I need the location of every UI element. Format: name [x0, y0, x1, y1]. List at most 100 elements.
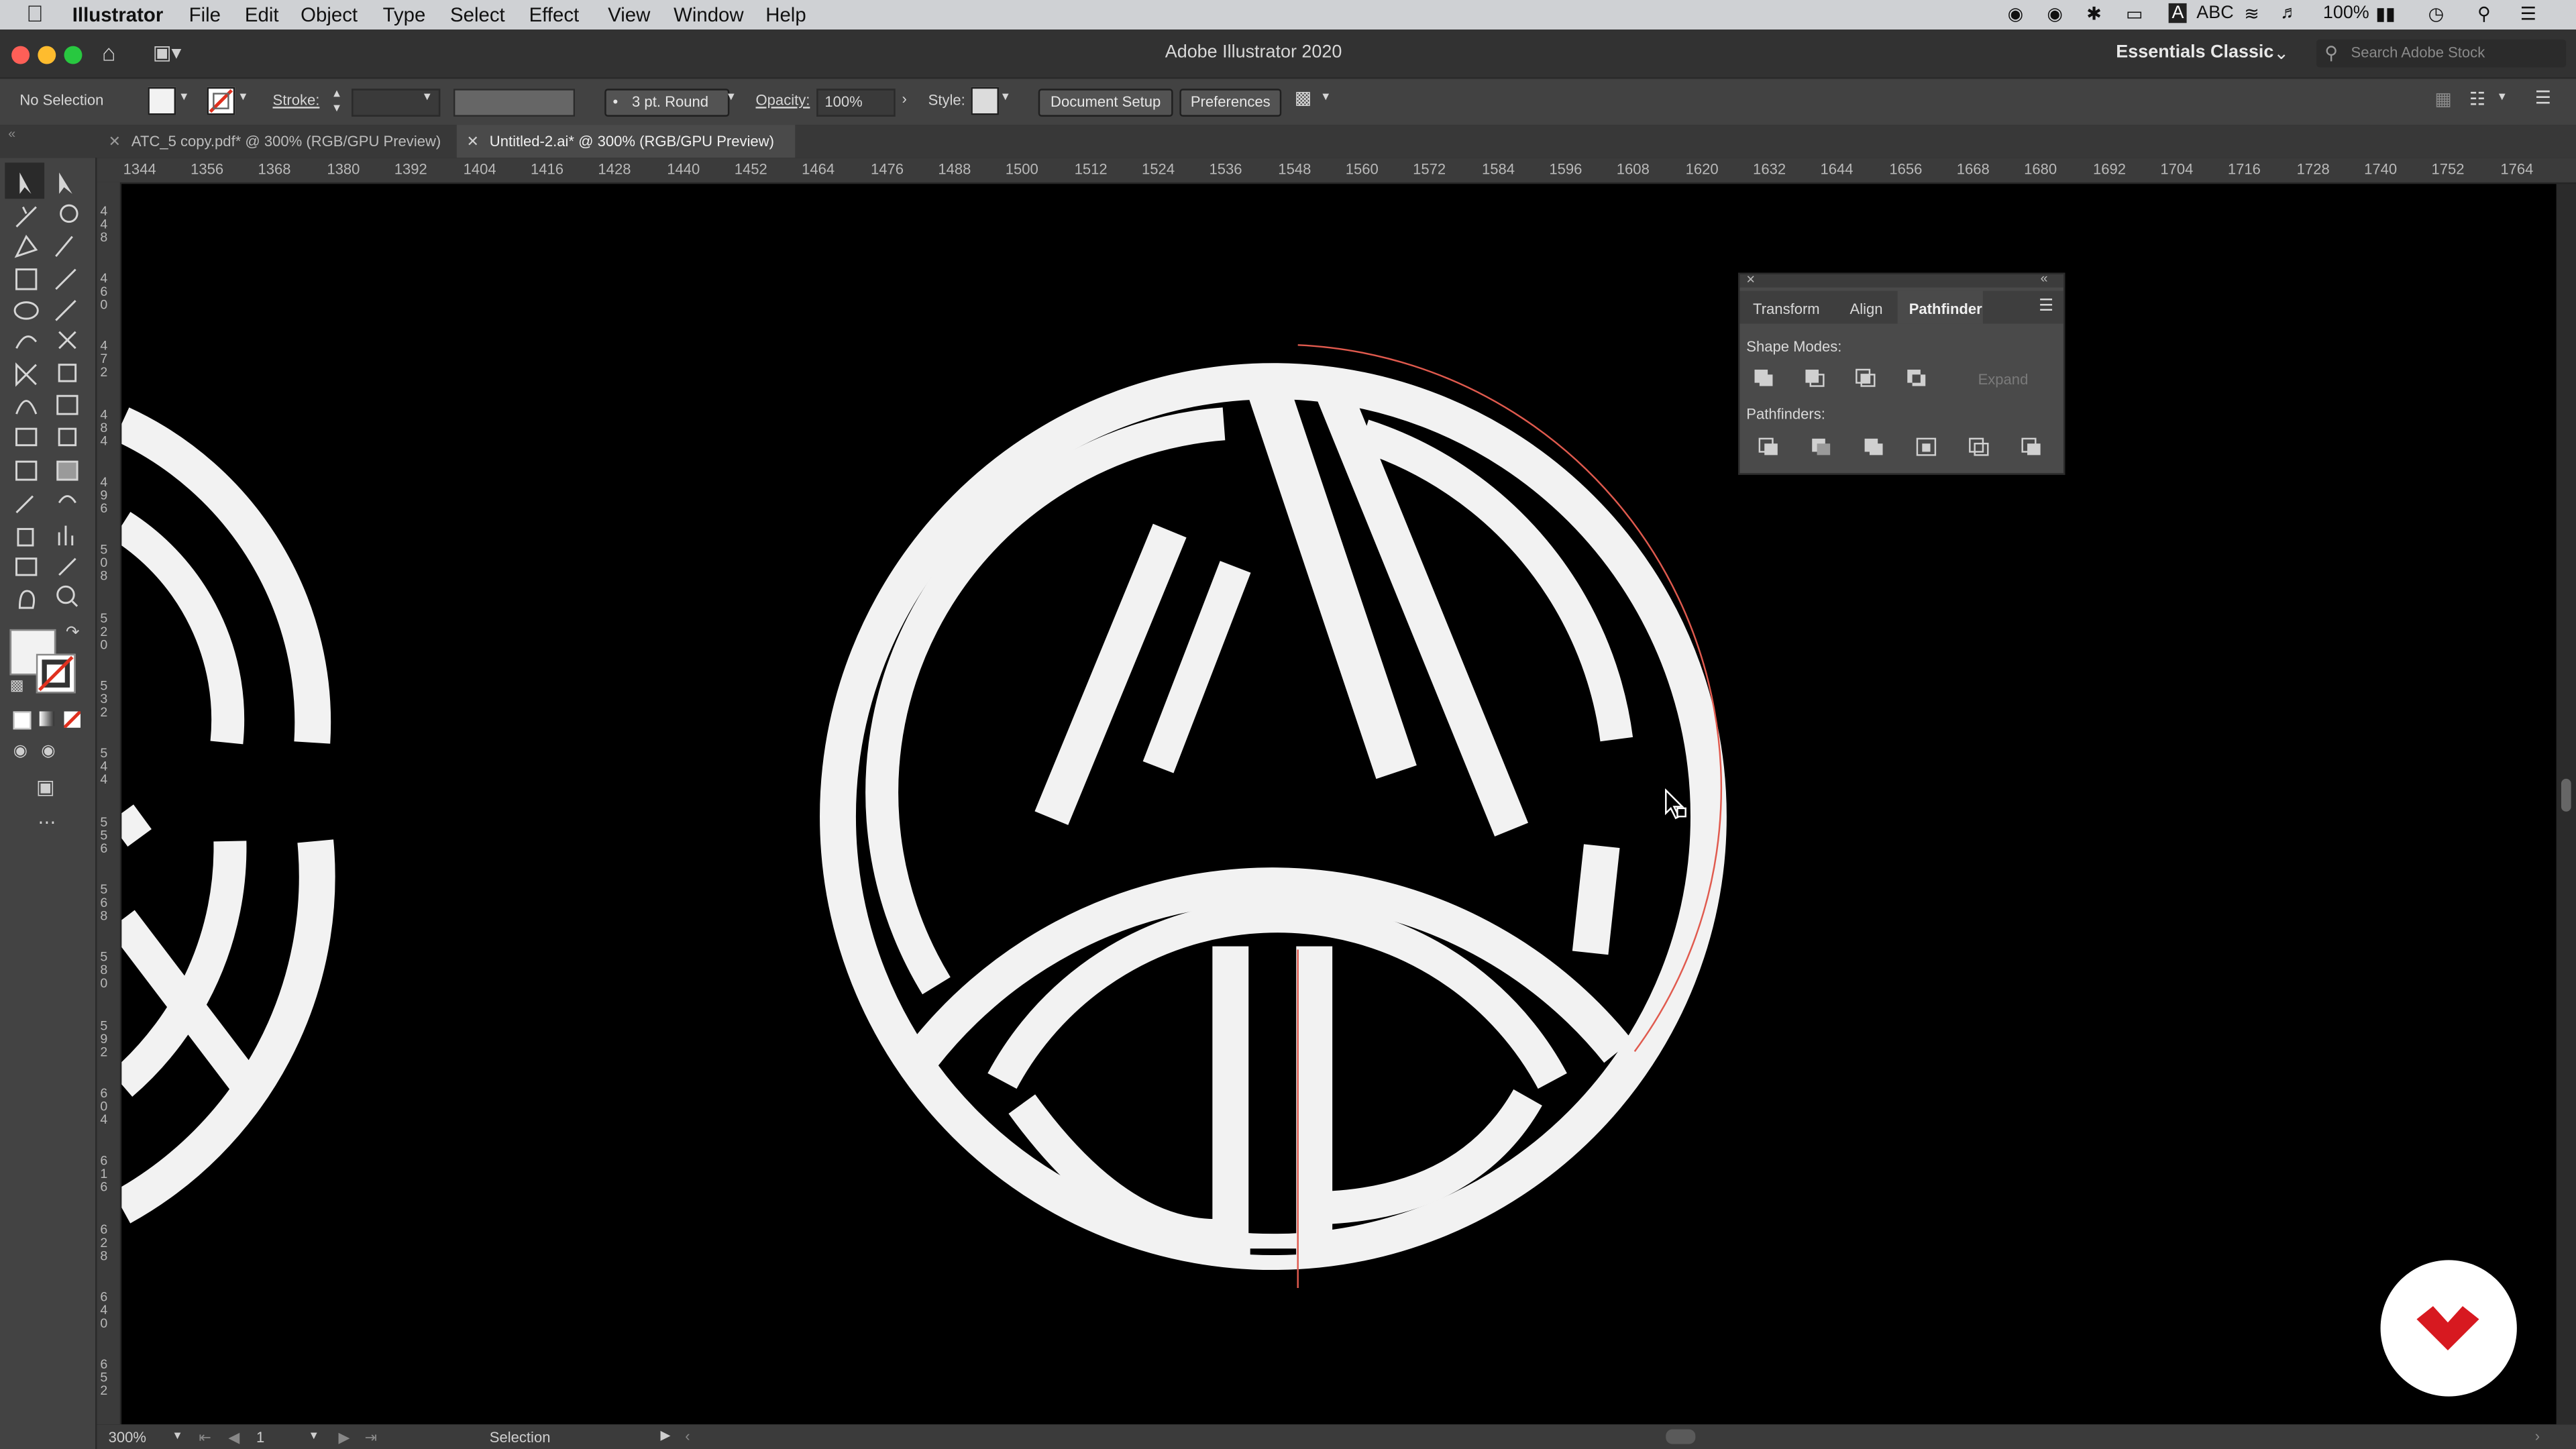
intersect-icon[interactable]	[1855, 368, 1878, 388]
chevron-down-icon[interactable]: ▾	[1002, 89, 1009, 103]
input-source-label[interactable]: ABC	[2196, 3, 2233, 23]
artboard-number[interactable]: 1	[256, 1430, 264, 1446]
grid-icon[interactable]: ▦	[2434, 89, 2451, 110]
previous-artboard-icon[interactable]: ◀	[228, 1430, 239, 1448]
expand-button[interactable]: Expand	[1978, 371, 2029, 387]
align-icon[interactable]: ☷	[2469, 89, 2485, 110]
control-bar-menu-icon[interactable]: ☰	[2535, 87, 2551, 108]
vertical-ruler[interactable]: 4 4 8 4 6 0 4 7 2 4 8 4 4 9 6 5 0 8 5 2 …	[97, 182, 122, 1425]
unite-icon[interactable]	[1753, 368, 1776, 388]
document-setup-button[interactable]: Document Setup	[1038, 89, 1173, 117]
chevron-down-icon[interactable]: ▾	[180, 89, 187, 103]
chevron-right-icon[interactable]: ›	[902, 91, 906, 107]
airplay-icon[interactable]: ▭	[2126, 3, 2143, 24]
spotlight-search-icon[interactable]: ⚲	[2477, 3, 2491, 24]
preferences-button[interactable]: Preferences	[1179, 89, 1282, 117]
wifi-icon[interactable]: ≋	[2244, 3, 2259, 24]
screen-mode-icon[interactable]: ▣	[36, 775, 55, 798]
status-menu-arrow-icon[interactable]: ▶	[660, 1428, 670, 1442]
adobe-stock-search[interactable]: ⚲ Search Adobe Stock	[2316, 39, 2567, 68]
swap-colors-icon[interactable]: ↷	[66, 625, 80, 643]
collapse-icon[interactable]: «	[8, 127, 15, 142]
last-artboard-icon[interactable]: ⇥	[365, 1430, 377, 1448]
trim-icon[interactable]	[1811, 437, 1833, 456]
chevron-down-icon[interactable]: ▾	[311, 1428, 317, 1442]
clock-icon[interactable]: ◷	[2428, 3, 2445, 24]
sync-icon[interactable]: ◉	[2047, 3, 2063, 24]
fill-swatch[interactable]	[148, 87, 176, 115]
tab-transform[interactable]: Transform	[1753, 301, 1820, 317]
graphic-style-swatch[interactable]	[971, 87, 999, 115]
stroke-weight-stepper[interactable]: ▴ ▾	[333, 85, 340, 115]
menu-file[interactable]: File	[189, 3, 221, 26]
crop-icon[interactable]	[1916, 437, 1939, 456]
tab-align[interactable]: Align	[1850, 301, 1883, 317]
exclude-icon[interactable]	[1906, 368, 1929, 388]
opacity-label[interactable]: Opacity:	[756, 92, 810, 108]
horizontal-scroll-thumb[interactable]	[1666, 1429, 1696, 1444]
close-tab-icon[interactable]: ✕	[109, 125, 121, 158]
draw-normal-icon[interactable]: ◉	[13, 743, 28, 761]
stroke-color-box[interactable]	[36, 653, 76, 694]
chevron-down-icon[interactable]: ▾	[1322, 89, 1329, 103]
panel-menu-icon[interactable]: ☰	[2039, 297, 2053, 315]
tab-atc-5-copy[interactable]: ✕ ATC_5 copy.pdf* @ 300% (RGB/GPU Previe…	[99, 125, 453, 158]
merge-icon[interactable]	[1863, 437, 1886, 456]
divide-icon[interactable]	[1758, 437, 1780, 456]
panel-header[interactable]: × «	[1739, 271, 2063, 288]
menu-help[interactable]: Help	[765, 3, 806, 26]
zoom-level[interactable]: 300%	[109, 1430, 146, 1446]
chevron-down-icon[interactable]: ▾	[174, 1428, 181, 1442]
chevron-down-icon[interactable]: ▾	[424, 89, 431, 103]
menu-select[interactable]: Select	[450, 3, 505, 26]
menu-object[interactable]: Object	[301, 3, 358, 26]
input-source-icon[interactable]: A	[2168, 3, 2188, 23]
chevron-down-icon[interactable]: ▾	[728, 89, 735, 103]
variable-width-profile[interactable]	[453, 89, 576, 117]
close-panel-icon[interactable]: ×	[1746, 271, 1755, 287]
menu-edit[interactable]: Edit	[245, 3, 279, 26]
minus-front-icon[interactable]	[1804, 368, 1827, 388]
opacity-field[interactable]: 100%	[816, 89, 896, 117]
chevron-down-icon[interactable]: ▾	[240, 89, 247, 103]
bluetooth-icon[interactable]: ✱	[2086, 3, 2102, 24]
close-tab-icon[interactable]: ✕	[467, 125, 479, 158]
stroke-label[interactable]: Stroke:	[273, 92, 320, 108]
stroke-swatch[interactable]	[207, 87, 235, 115]
apple-icon[interactable]: 	[26, 0, 44, 26]
menu-window[interactable]: Window	[674, 3, 744, 26]
collapse-panel-icon[interactable]: «	[2041, 271, 2048, 286]
scroll-right-icon[interactable]: ›	[2535, 1428, 2540, 1444]
outline-icon[interactable]	[1968, 437, 1991, 456]
minus-back-icon[interactable]	[2021, 437, 2043, 456]
gradient-mode-icon[interactable]	[39, 711, 54, 727]
menu-view[interactable]: View	[608, 3, 650, 26]
chevron-down-icon[interactable]: ⌄	[2273, 43, 2289, 64]
volume-icon[interactable]: ♬	[2280, 3, 2298, 23]
workspace-switcher[interactable]: Essentials Classic	[2116, 43, 2273, 62]
battery-icon[interactable]: ▮▮	[2375, 3, 2396, 24]
vertical-scrollbar[interactable]	[2556, 184, 2576, 1425]
creative-cloud-icon[interactable]: ◉	[2008, 3, 2024, 24]
artboard-canvas[interactable]	[121, 184, 2557, 1425]
chevron-down-icon[interactable]: ▾	[2499, 89, 2506, 103]
default-colors-icon[interactable]: ▩	[10, 677, 24, 695]
tab-pathfinder[interactable]: Pathfinder	[1897, 290, 1983, 324]
tab-untitled-2[interactable]: ✕ Untitled-2.ai* @ 300% (RGB/GPU Preview…	[456, 125, 796, 158]
scroll-left-icon[interactable]: ‹	[685, 1428, 690, 1444]
left-emblem-partial[interactable]	[121, 407, 335, 1224]
menu-effect[interactable]: Effect	[529, 3, 580, 26]
menu-app-name[interactable]: Illustrator	[72, 3, 164, 26]
next-artboard-icon[interactable]: ▶	[338, 1430, 350, 1448]
notification-center-icon[interactable]: ☰	[2520, 3, 2536, 24]
logo-artwork[interactable]	[121, 184, 2556, 1424]
scroll-thumb[interactable]	[2561, 778, 2571, 812]
horizontal-ruler[interactable]: 1344 1356 1368 1380 1392 1404 1416 1428 …	[97, 158, 2576, 184]
menu-type[interactable]: Type	[383, 3, 426, 26]
draw-behind-icon[interactable]: ◉	[41, 743, 55, 761]
none-mode-icon[interactable]	[64, 711, 81, 728]
brush-definition[interactable]: • 3 pt. Round	[604, 89, 730, 117]
main-emblem[interactable]	[820, 246, 1727, 1314]
color-mode-icon[interactable]	[13, 711, 32, 730]
first-artboard-icon[interactable]: ⇤	[199, 1430, 211, 1448]
